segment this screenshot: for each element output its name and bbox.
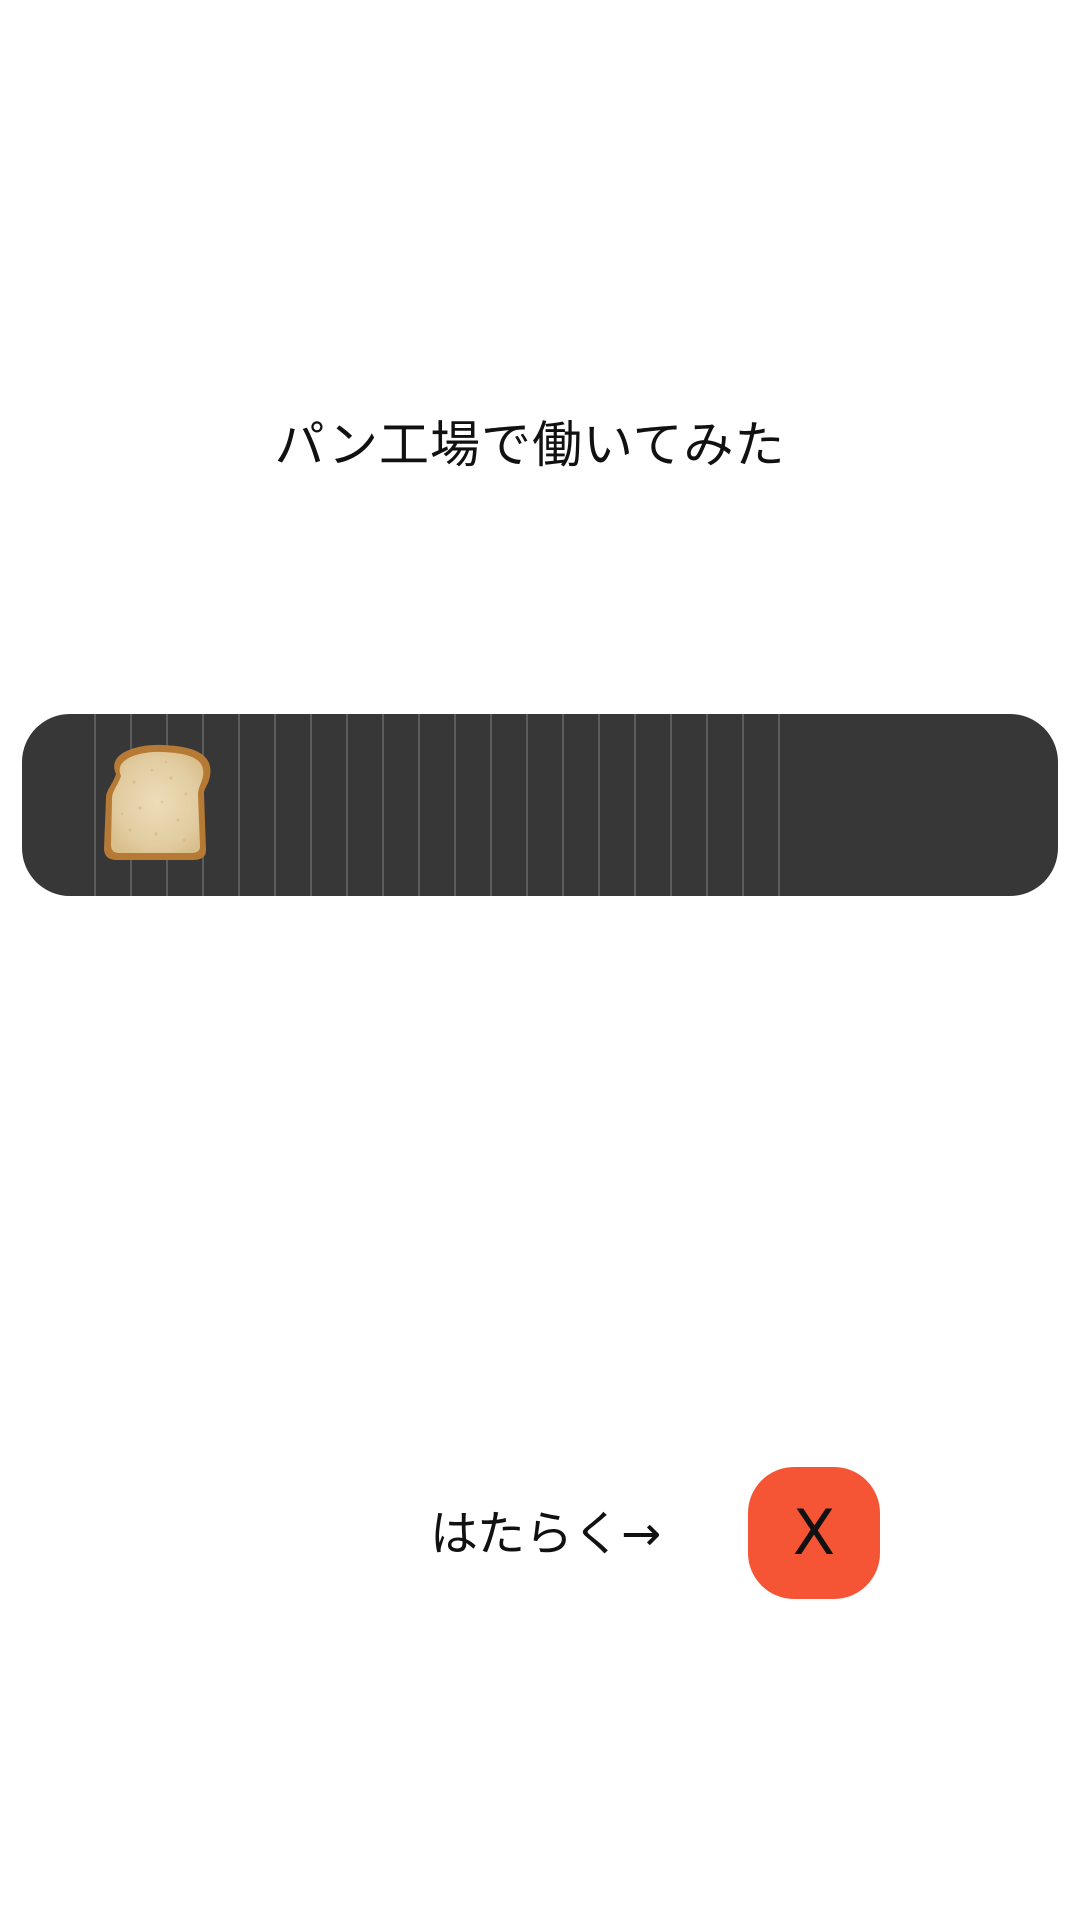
belt-slat [310,714,312,896]
belt-slat [706,714,708,896]
belt-slat [418,714,420,896]
x-button-label: X [792,1496,836,1569]
belt-slat [778,714,780,896]
page-title: パン工場で働いてみた [274,416,786,474]
conveyor-belt [22,714,1058,896]
belt-slat [346,714,348,896]
belt-slat [526,714,528,896]
belt-slat [562,714,564,896]
x-button[interactable]: X [748,1467,880,1599]
belt-slat [94,714,96,896]
belt-slat [598,714,600,896]
belt-slat [382,714,384,896]
belt-slat [742,714,744,896]
belt-slat [454,714,456,896]
work-label: はたらく→ [430,1506,662,1562]
belt-slat [670,714,672,896]
belt-slat [274,714,276,896]
belt-slat [634,714,636,896]
belt-slat [490,714,492,896]
belt-slat [238,714,240,896]
bread-slice-icon [104,744,211,860]
